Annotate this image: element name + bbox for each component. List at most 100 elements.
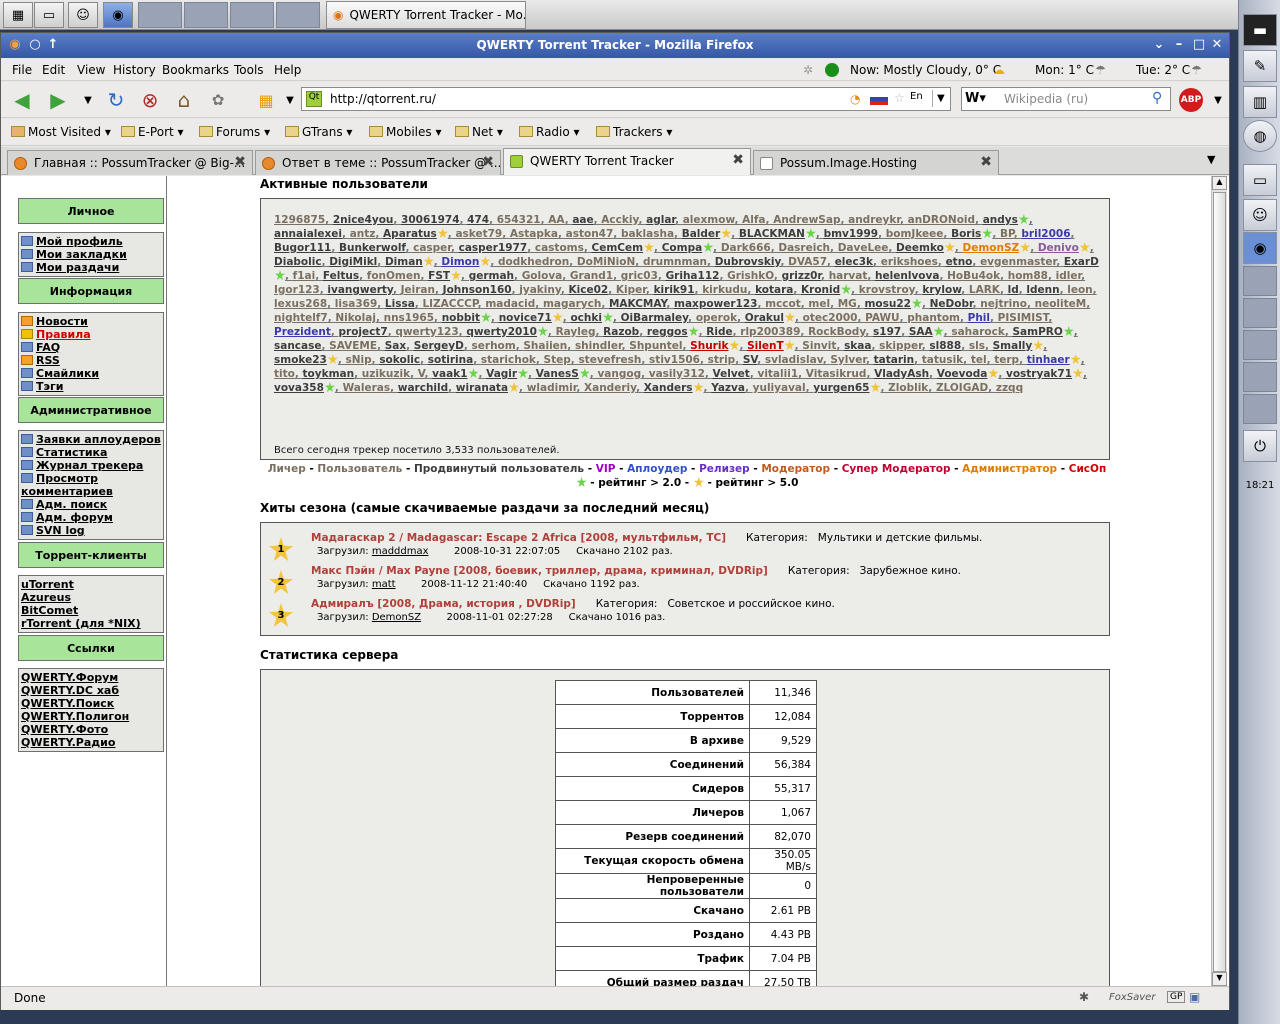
user-link[interactable]: madacid — [485, 298, 535, 310]
user-link[interactable]: hom88 — [1008, 270, 1048, 282]
user-link[interactable]: ld — [1008, 284, 1019, 296]
user-link[interactable]: toykman — [303, 368, 355, 380]
user-link[interactable]: strip — [708, 354, 736, 366]
menu-history[interactable]: History — [113, 63, 156, 77]
user-link[interactable]: sl888 — [929, 340, 961, 352]
user-link[interactable]: Rayleg — [556, 326, 596, 338]
user-link[interactable]: ldenn — [1026, 284, 1059, 296]
sidebar-link[interactable]: Мои раздачи — [21, 261, 161, 274]
user-link[interactable]: reggos — [647, 326, 688, 338]
user-link[interactable]: Denivo — [1038, 242, 1079, 254]
user-link[interactable]: Dubrovskiy — [715, 256, 781, 268]
user-link[interactable]: AndrewSap — [773, 214, 840, 226]
main-menu-icon[interactable]: ▦ — [3, 2, 33, 28]
bookmark-star-icon[interactable]: ☆ — [894, 91, 905, 105]
user-link[interactable]: Prezident — [274, 326, 331, 338]
tab-close-icon[interactable]: ✖ — [732, 152, 744, 168]
maximize-icon[interactable]: □ — [1191, 37, 1207, 53]
user-link[interactable]: vitalii1 — [757, 368, 798, 380]
user-link[interactable]: Zloblik — [888, 382, 928, 394]
user-link[interactable]: zzqq — [996, 382, 1023, 394]
user-link[interactable]: Balder — [682, 228, 721, 240]
user-link[interactable]: Grand1 — [570, 270, 613, 282]
user-link[interactable]: Smally — [993, 340, 1033, 352]
user-link[interactable]: Feltus — [323, 270, 359, 282]
user-link[interactable]: otec2000 — [803, 312, 858, 324]
user-link[interactable]: HoBu4ok — [947, 270, 1000, 282]
user-link[interactable]: Lissa — [385, 298, 415, 310]
user-link[interactable]: germah — [469, 270, 514, 282]
user-link[interactable]: Compa — [662, 242, 702, 254]
menu-view[interactable]: View — [77, 63, 105, 77]
scroll-up-icon[interactable]: ▲ — [1212, 176, 1227, 190]
user-link[interactable]: neoliteM — [1035, 298, 1087, 310]
user-link[interactable]: Johnson160 — [443, 284, 512, 296]
bookmark-folder-gtrans[interactable]: GTrans ▾ — [285, 125, 352, 139]
menu-edit[interactable]: Edit — [42, 63, 65, 77]
user-link[interactable]: Alfa — [742, 214, 765, 226]
apps-dropdown-icon[interactable]: ▼ — [277, 88, 303, 112]
history-dropdown-icon[interactable]: ▼ — [75, 88, 101, 112]
user-link[interactable]: tel — [971, 354, 987, 366]
user-link[interactable]: 30061974 — [401, 214, 459, 226]
monitor-icon[interactable]: ▬ — [1243, 14, 1277, 46]
user-link[interactable]: Voevoda — [937, 368, 988, 380]
user-link[interactable]: terp — [994, 354, 1019, 366]
user-link[interactable]: Bugor111 — [274, 242, 331, 254]
user-link[interactable]: casper — [413, 242, 451, 254]
user-link[interactable]: 1296875 — [274, 214, 325, 226]
user-link[interactable]: warchild — [398, 382, 448, 394]
user-link[interactable]: 474 — [467, 214, 489, 226]
user-link[interactable]: OiBarmaley — [621, 312, 689, 324]
vertical-scrollbar[interactable]: ▲ ▼ — [1211, 176, 1227, 986]
tab-list-dropdown-icon[interactable]: ▼ — [1207, 153, 1215, 166]
user-link[interactable]: Razob — [603, 326, 639, 338]
user-link[interactable]: Kronid — [801, 284, 840, 296]
user-link[interactable]: AA — [548, 214, 564, 226]
url-bar[interactable]: Qt http://qtorrent.ru/ ◔ ☆ En ▼ — [301, 87, 951, 111]
user-link[interactable]: nightelf7 — [274, 312, 328, 324]
scroll-down-icon[interactable]: ▼ — [1212, 972, 1227, 986]
workspace-3[interactable] — [230, 2, 274, 28]
menu-tools[interactable]: Tools — [234, 63, 264, 77]
workspace-slot[interactable] — [1243, 298, 1277, 328]
user-link[interactable]: uzikuzik — [362, 368, 410, 380]
menu-bookmarks[interactable]: Bookmarks — [162, 63, 229, 77]
translate-icon[interactable]: En — [910, 91, 923, 102]
user-link[interactable]: sls — [969, 340, 985, 352]
user-link[interactable]: tito — [274, 368, 295, 380]
user-link[interactable]: yuliyaval — [753, 382, 806, 394]
user-link[interactable]: Acckiy — [601, 214, 638, 226]
user-link[interactable]: idler — [1056, 270, 1081, 282]
user-link[interactable]: Shurik — [690, 340, 728, 352]
user-link[interactable]: erikshoes — [881, 256, 938, 268]
sidebar-link[interactable]: QWERTY.Фото — [21, 723, 161, 736]
bookmark-most-visited[interactable]: Most Visited ▾ — [11, 125, 111, 139]
user-link[interactable]: DVA57 — [788, 256, 827, 268]
user-link[interactable]: Velvet — [713, 368, 750, 380]
foxsaver-label[interactable]: FoxSaver — [1109, 992, 1155, 1003]
user-link[interactable]: skaa — [844, 340, 871, 352]
workspace-slot[interactable] — [1243, 330, 1277, 360]
user-link[interactable]: stiv1506 — [649, 354, 700, 366]
user-link[interactable]: drumnman — [643, 256, 707, 268]
user-link[interactable]: SAA — [909, 326, 933, 338]
user-link[interactable]: Kice02 — [569, 284, 609, 296]
url-dropdown-icon[interactable]: ▼ — [932, 90, 949, 107]
user-link[interactable]: Shaiien — [523, 340, 567, 352]
workspace-slot[interactable] — [1243, 394, 1277, 424]
user-link[interactable]: gric03 — [621, 270, 658, 282]
tab-possum-image-hosting[interactable]: Possum.Image.Hosting ✖ — [753, 150, 999, 175]
user-link[interactable]: krylow — [922, 284, 961, 296]
user-link[interactable]: FST — [428, 270, 450, 282]
user-link[interactable]: ochki — [570, 312, 602, 324]
user-link[interactable]: PAWU — [865, 312, 900, 324]
taskbar-window-button[interactable]: ◉ QWERTY Torrent Tracker - Mo... — [326, 1, 526, 29]
tab-qwerty-tracker[interactable]: QWERTY Torrent Tracker ✖ — [503, 148, 751, 175]
sidebar-link[interactable]: Журнал трекера — [21, 459, 161, 472]
tab-close-icon[interactable]: ✖ — [234, 154, 246, 170]
user-link[interactable]: MAKCMAY — [609, 298, 666, 310]
sidebar-link[interactable]: Смайлики — [21, 367, 161, 380]
sidebar-link[interactable]: QWERTY.DC хаб — [21, 684, 161, 697]
weather-tue[interactable]: Tue: 2° C — [1136, 63, 1190, 77]
